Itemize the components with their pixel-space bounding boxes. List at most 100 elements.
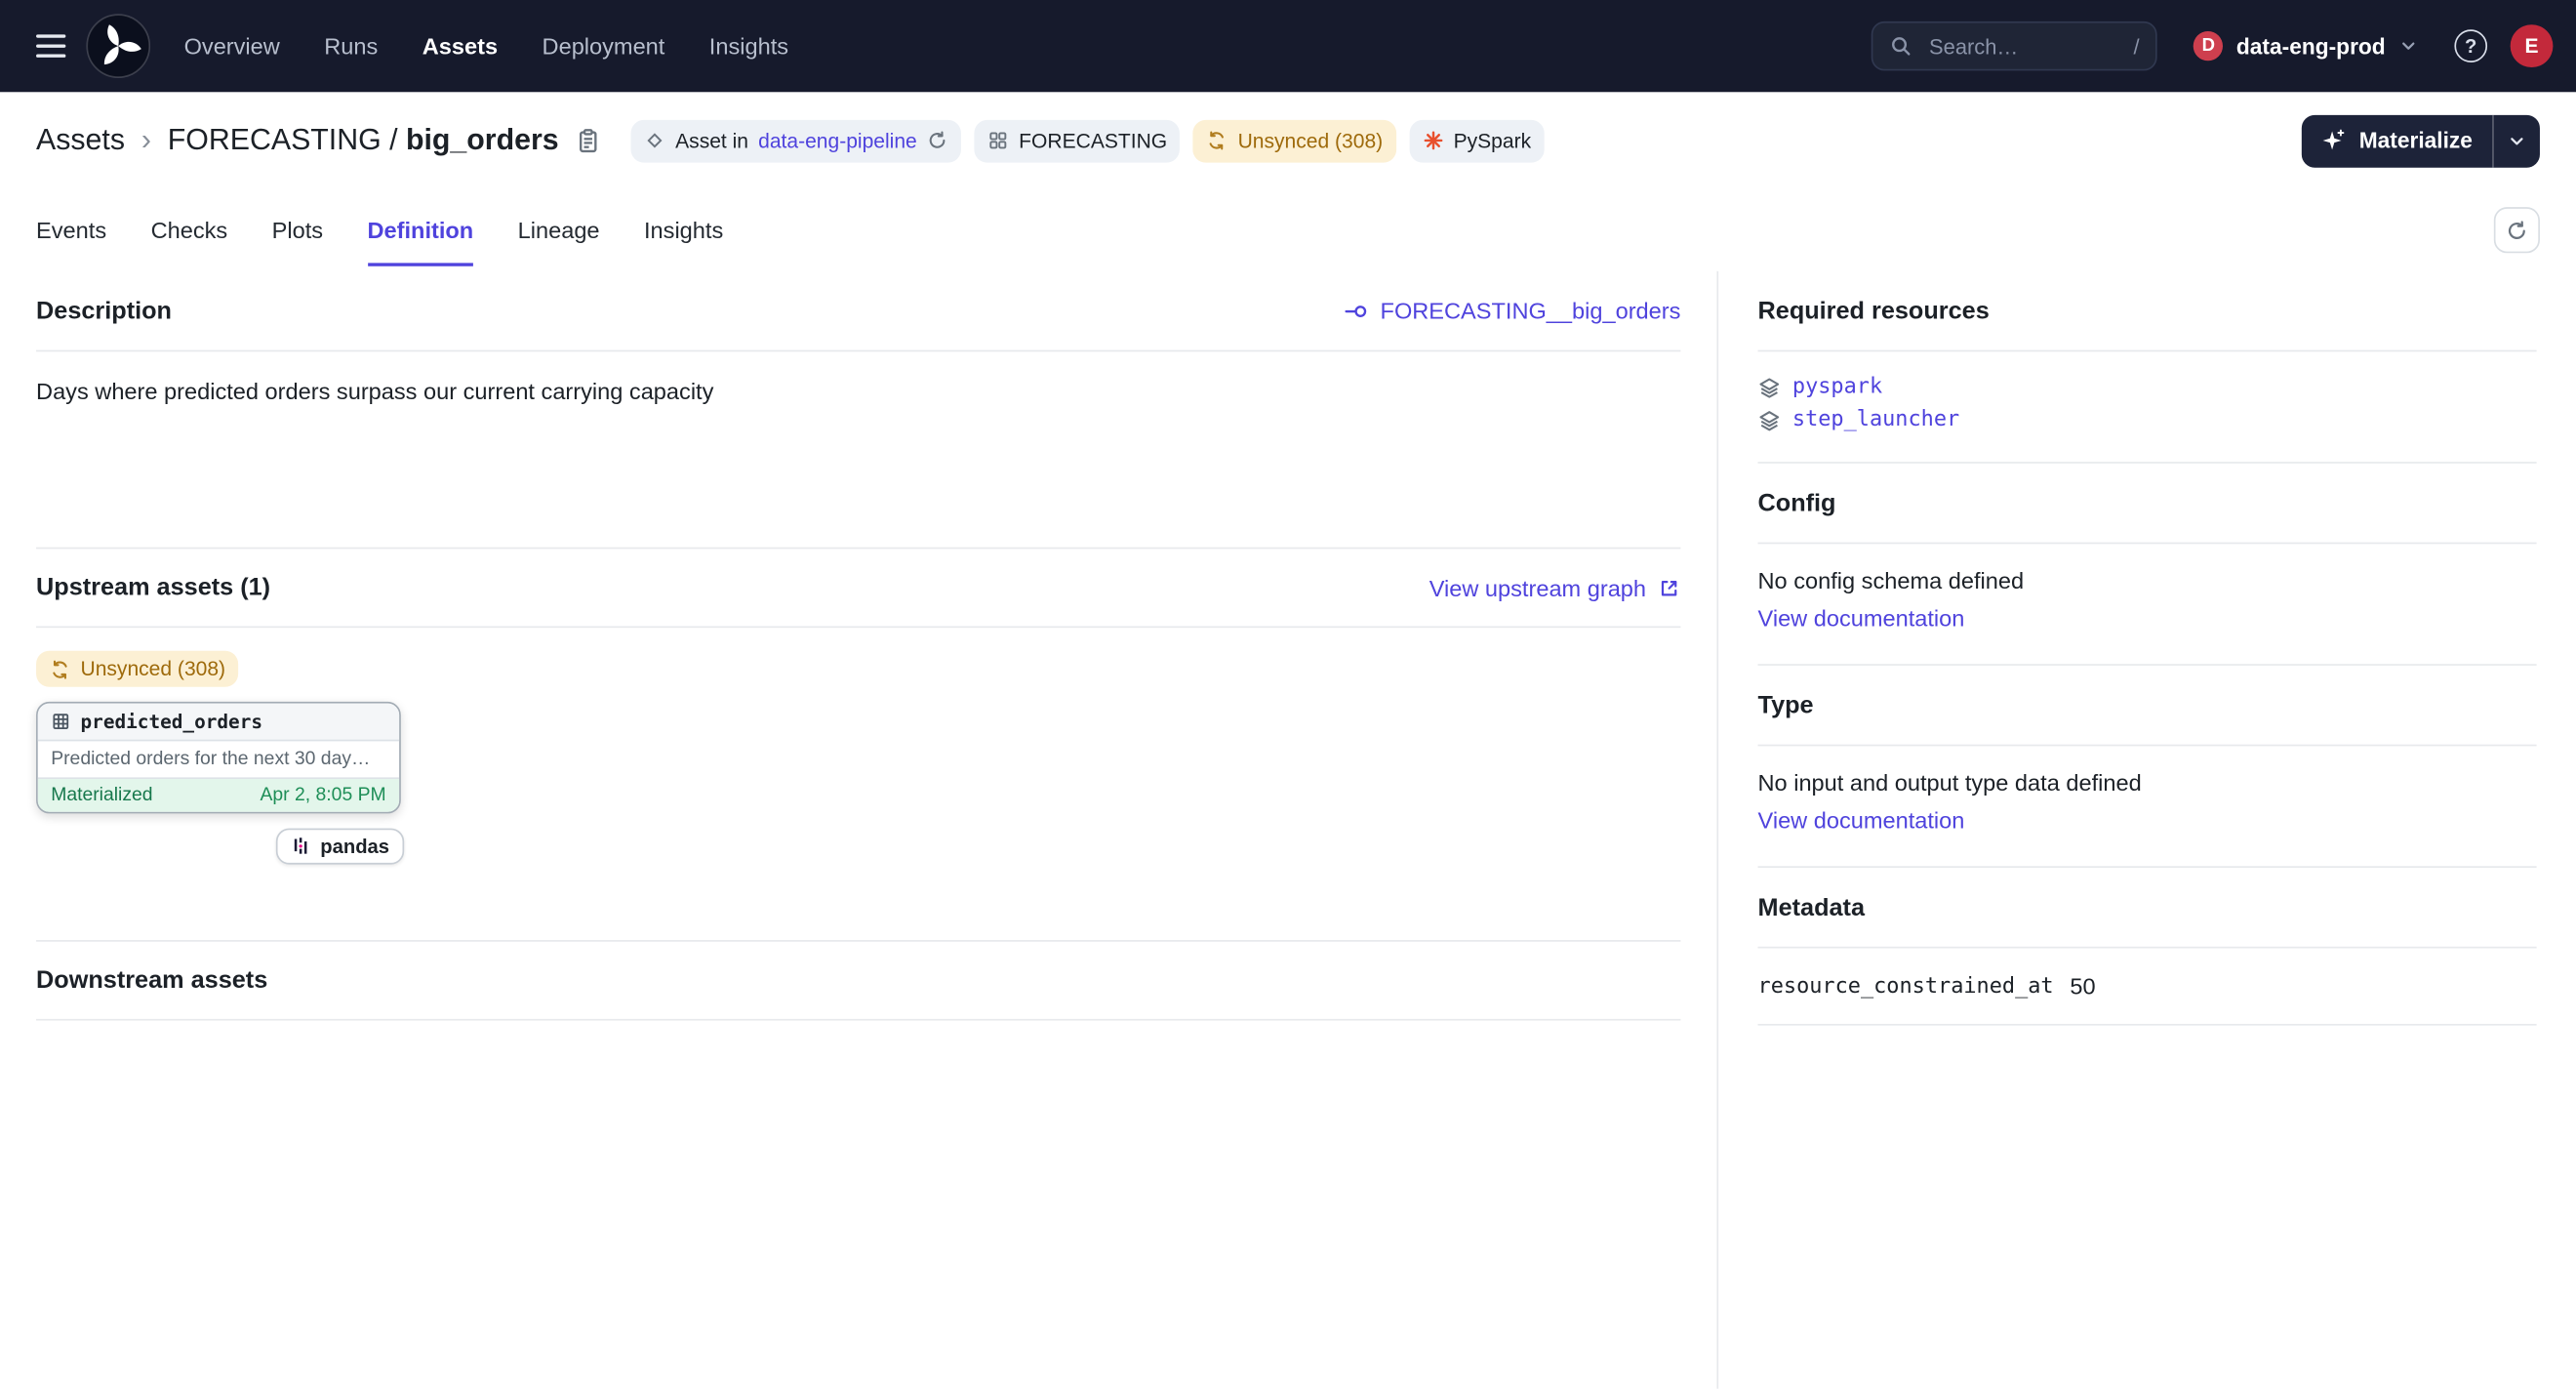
resource-link[interactable]: pyspark xyxy=(1792,375,1882,399)
tab-events[interactable]: Events xyxy=(36,189,106,271)
upstream-body: Unsynced (308) predicted_orde xyxy=(36,628,1680,940)
type-body: No input and output type data defined Vi… xyxy=(1758,746,2537,868)
downstream-header: Downstream assets xyxy=(36,940,1680,1020)
tag-prefix: Asset in xyxy=(675,129,748,152)
description-header: Description FORECASTING__big_orders xyxy=(36,271,1680,351)
asset-tags: Asset in data-eng-pipeline FORECASTING xyxy=(631,119,1545,162)
downstream-section: Downstream assets xyxy=(36,940,1680,1020)
metadata-value: 50 xyxy=(2070,973,2095,1000)
required-resources-section: Required resources pyspark xyxy=(1758,271,2537,464)
external-link-icon xyxy=(1658,576,1681,599)
type-docs-link[interactable]: View documentation xyxy=(1758,807,1965,834)
section-title: Config xyxy=(1758,489,1836,517)
tab-checks[interactable]: Checks xyxy=(151,189,228,271)
primary-nav: Overview Runs Assets Deployment Insights xyxy=(184,33,788,60)
upstream-header: Upstream assets (1) View upstream graph xyxy=(36,548,1680,628)
asset-card-name: predicted_orders xyxy=(80,710,262,733)
description-section: Description FORECASTING__big_orders Days… xyxy=(36,271,1680,548)
resources-header: Required resources xyxy=(1758,271,2537,351)
unsynced-badge[interactable]: Unsynced (308) xyxy=(36,651,239,687)
asset-key-label: FORECASTING__big_orders xyxy=(1381,298,1681,324)
materialize-split-button: Materialize xyxy=(2302,114,2540,167)
search-box[interactable]: / xyxy=(1872,21,2157,71)
nav-insights[interactable]: Insights xyxy=(709,33,788,60)
section-title: Type xyxy=(1758,691,1814,719)
asset-card-footer: Materialized Apr 2, 8:05 PM xyxy=(38,778,399,811)
description-text: Days where predicted orders surpass our … xyxy=(36,351,1680,547)
search-shortcut-hint: / xyxy=(2133,34,2139,59)
job-icon xyxy=(644,130,665,151)
upstream-asset-card[interactable]: predicted_orders Predicted orders for th… xyxy=(36,701,401,812)
section-title: Downstream assets xyxy=(36,966,267,995)
config-header: Config xyxy=(1758,464,2537,544)
help-icon[interactable]: ? xyxy=(2454,29,2487,62)
materialized-status: Materialized xyxy=(51,785,152,804)
materialize-dropdown-button[interactable] xyxy=(2494,114,2540,167)
copy-asset-key-icon[interactable] xyxy=(575,127,601,153)
metadata-key: resource_constrained_at xyxy=(1758,974,2071,999)
tab-insights[interactable]: Insights xyxy=(644,189,723,271)
breadcrumb-group[interactable]: FORECASTING xyxy=(168,123,382,157)
badge-label: Unsynced (308) xyxy=(80,657,225,680)
section-title: Metadata xyxy=(1758,893,1865,921)
job-link[interactable]: data-eng-pipeline xyxy=(758,129,917,152)
tag-unsynced[interactable]: Unsynced (308) xyxy=(1193,119,1396,162)
asset-tabs: Events Checks Plots Definition Lineage I… xyxy=(36,189,723,271)
top-nav: Overview Runs Assets Deployment Insights… xyxy=(0,0,2576,92)
asset-card-header: predicted_orders xyxy=(38,703,399,741)
metadata-section: Metadata resource_constrained_at 50 xyxy=(1758,868,2537,1026)
nav-runs[interactable]: Runs xyxy=(324,33,378,60)
tag-asset-in-job: Asset in data-eng-pipeline xyxy=(631,119,962,162)
tag-compute-kind-pyspark: PySpark xyxy=(1409,119,1544,162)
tag-asset-group[interactable]: FORECASTING xyxy=(975,119,1181,162)
asset-group-grid-icon xyxy=(987,130,1009,151)
nav-assets[interactable]: Assets xyxy=(423,33,498,60)
hamburger-menu-icon[interactable] xyxy=(23,19,79,74)
search-input[interactable] xyxy=(1926,32,2120,61)
resource-item: step_launcher xyxy=(1758,408,2537,432)
type-section: Type No input and output type data defin… xyxy=(1758,666,2537,868)
asset-tabs-row: Events Checks Plots Definition Lineage I… xyxy=(0,189,2576,271)
materialize-label: Materialize xyxy=(2359,128,2473,152)
sparkle-icon xyxy=(2321,128,2346,152)
resource-item: pyspark xyxy=(1758,375,2537,399)
asset-key-link[interactable]: FORECASTING__big_orders xyxy=(1345,298,1681,324)
metadata-row: resource_constrained_at 50 xyxy=(1758,948,2537,1025)
config-body: No config schema defined View documentat… xyxy=(1758,544,2537,666)
asset-header: Assets › FORECASTING / big_orders xyxy=(0,92,2576,188)
refresh-button[interactable] xyxy=(2494,207,2540,253)
table-icon xyxy=(51,711,70,730)
user-avatar[interactable]: E xyxy=(2511,24,2554,67)
breadcrumb: Assets › FORECASTING / big_orders xyxy=(36,123,601,157)
deployment-switcher[interactable]: D data-eng-prod xyxy=(2181,23,2432,69)
section-title: Upstream assets (1) xyxy=(36,574,270,602)
materialize-button[interactable]: Materialize xyxy=(2302,114,2494,167)
materialized-timestamp: Apr 2, 8:05 PM xyxy=(260,785,385,804)
tab-lineage[interactable]: Lineage xyxy=(518,189,600,271)
type-message: No input and output type data defined xyxy=(1758,769,2537,796)
compute-kind-tag: pandas xyxy=(276,828,404,864)
compute-kind-label: pandas xyxy=(320,834,389,857)
config-message: No config schema defined xyxy=(1758,567,2537,593)
view-upstream-graph-link[interactable]: View upstream graph xyxy=(1429,574,1681,600)
reload-icon[interactable] xyxy=(927,130,948,151)
chevron-down-icon xyxy=(2398,36,2418,56)
breadcrumb-path-separator: / xyxy=(389,123,397,157)
breadcrumb-assets[interactable]: Assets xyxy=(36,123,125,157)
sync-icon xyxy=(50,658,71,679)
app-root: Overview Runs Assets Deployment Insights… xyxy=(0,0,2576,1389)
tag-label: PySpark xyxy=(1454,129,1532,152)
dagster-logo[interactable] xyxy=(86,13,151,78)
nav-deployment[interactable]: Deployment xyxy=(543,33,665,60)
spark-icon xyxy=(1423,130,1444,151)
nav-overview[interactable]: Overview xyxy=(184,33,280,60)
metadata-header: Metadata xyxy=(1758,868,2537,948)
resource-link[interactable]: step_launcher xyxy=(1792,408,1959,432)
tab-plots[interactable]: Plots xyxy=(272,189,323,271)
layers-icon xyxy=(1758,408,1782,431)
section-title: Description xyxy=(36,297,172,325)
asset-card-description: Predicted orders for the next 30 day… xyxy=(38,740,399,778)
config-docs-link[interactable]: View documentation xyxy=(1758,605,1965,632)
tab-definition[interactable]: Definition xyxy=(368,189,474,271)
deployment-name: data-eng-prod xyxy=(2236,34,2386,59)
